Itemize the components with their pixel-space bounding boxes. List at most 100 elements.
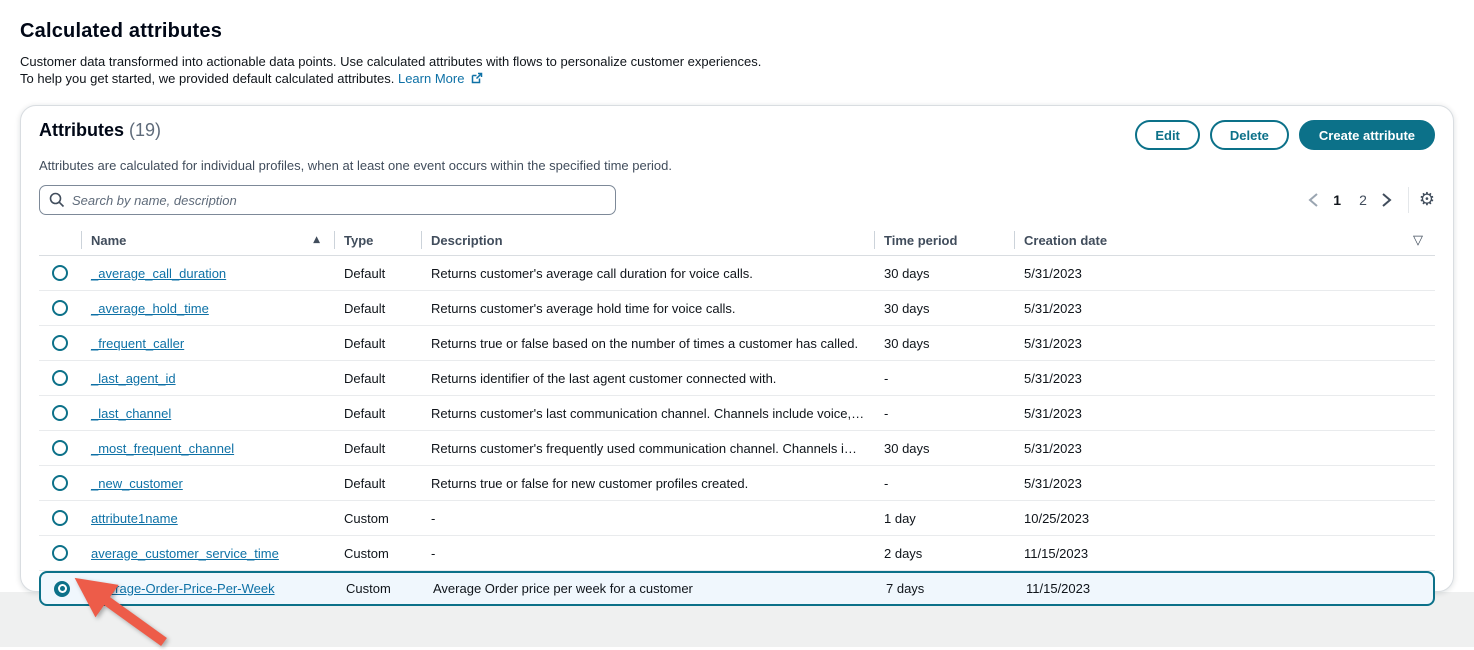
attribute-name-link[interactable]: _average_call_duration bbox=[91, 266, 226, 281]
table-row[interactable]: _most_frequent_channel Default Returns c… bbox=[39, 431, 1435, 466]
row-radio-button[interactable] bbox=[54, 581, 70, 597]
cell-description: Average Order price per week for a custo… bbox=[423, 581, 876, 596]
page-description-line2: To help you get started, we provided def… bbox=[20, 70, 1020, 88]
attribute-name-link[interactable]: average_customer_service_time bbox=[91, 546, 279, 561]
cell-type: Default bbox=[334, 371, 421, 386]
page-header: Calculated attributes Customer data tran… bbox=[20, 20, 1020, 88]
cell-time-period: 2 days bbox=[874, 546, 1014, 561]
column-header-name[interactable]: Name ▲ bbox=[81, 233, 334, 248]
cell-creation-date: 10/25/2023 bbox=[1014, 511, 1435, 526]
panel-title: Attributes (19) bbox=[39, 120, 161, 141]
previous-page-button[interactable] bbox=[1302, 189, 1324, 211]
attributes-panel: Attributes (19) Edit Delete Create attri… bbox=[20, 105, 1454, 592]
cell-time-period: - bbox=[874, 406, 1014, 421]
cell-time-period: 30 days bbox=[874, 301, 1014, 316]
cell-type: Default bbox=[334, 441, 421, 456]
table-header: Name ▲ Type Description Time period Crea… bbox=[39, 225, 1435, 256]
cell-description: - bbox=[421, 546, 874, 561]
search-icon bbox=[48, 191, 66, 214]
cell-creation-date: 5/31/2023 bbox=[1014, 406, 1435, 421]
search-input[interactable] bbox=[39, 185, 616, 215]
cell-creation-date: 5/31/2023 bbox=[1014, 301, 1435, 316]
cell-type: Custom bbox=[334, 511, 421, 526]
cell-time-period: - bbox=[874, 371, 1014, 386]
panel-actions: Edit Delete Create attribute bbox=[1135, 120, 1435, 150]
table-row[interactable]: average_customer_service_time Custom - 2… bbox=[39, 536, 1435, 571]
cell-creation-date: 5/31/2023 bbox=[1014, 266, 1435, 281]
cell-description: Returns true or false for new customer p… bbox=[421, 476, 874, 491]
learn-more-link[interactable]: Learn More bbox=[398, 71, 464, 86]
row-radio-button[interactable] bbox=[52, 405, 68, 421]
table-row[interactable]: attribute1name Custom - 1 day 10/25/2023 bbox=[39, 501, 1435, 536]
table-row[interactable]: _average_call_duration Default Returns c… bbox=[39, 256, 1435, 291]
table-row[interactable]: _new_customer Default Returns true or fa… bbox=[39, 466, 1435, 501]
cell-description: Returns customer's average call duration… bbox=[421, 266, 874, 281]
column-header-type[interactable]: Type bbox=[334, 233, 421, 248]
page-number-2[interactable]: 2 bbox=[1350, 192, 1376, 208]
row-radio-button[interactable] bbox=[52, 335, 68, 351]
row-radio-button[interactable] bbox=[52, 265, 68, 281]
attribute-name-link[interactable]: attribute1name bbox=[91, 511, 178, 526]
search-container bbox=[39, 185, 616, 215]
cell-creation-date: 5/31/2023 bbox=[1014, 441, 1435, 456]
cell-type: Default bbox=[334, 336, 421, 351]
cell-type: Default bbox=[334, 406, 421, 421]
row-radio-button[interactable] bbox=[52, 475, 68, 491]
edit-button[interactable]: Edit bbox=[1135, 120, 1200, 150]
page-description-line1: Customer data transformed into actionabl… bbox=[20, 53, 1020, 70]
page-number-1[interactable]: 1 bbox=[1324, 192, 1350, 208]
cell-creation-date: 11/15/2023 bbox=[1014, 546, 1435, 561]
cell-time-period: 30 days bbox=[874, 336, 1014, 351]
table-row[interactable]: _frequent_caller Default Returns true or… bbox=[39, 326, 1435, 361]
row-radio-button[interactable] bbox=[52, 440, 68, 456]
delete-button[interactable]: Delete bbox=[1210, 120, 1289, 150]
cell-description: Returns true or false based on the numbe… bbox=[421, 336, 874, 351]
column-header-description[interactable]: Description bbox=[421, 233, 874, 248]
cell-creation-date: 5/31/2023 bbox=[1014, 476, 1435, 491]
row-radio-button[interactable] bbox=[52, 370, 68, 386]
attributes-count: (19) bbox=[129, 120, 161, 140]
cell-creation-date: 11/15/2023 bbox=[1016, 581, 1433, 596]
table-row[interactable]: _last_channel Default Returns customer's… bbox=[39, 396, 1435, 431]
attribute-name-link[interactable]: _most_frequent_channel bbox=[91, 441, 234, 456]
cell-time-period: 1 day bbox=[874, 511, 1014, 526]
cell-creation-date: 5/31/2023 bbox=[1014, 371, 1435, 386]
sort-ascending-icon: ▲ bbox=[313, 235, 320, 245]
pagination: 1 2 ⚙ bbox=[1302, 187, 1435, 213]
cell-description: Returns customer's last communication ch… bbox=[421, 406, 874, 421]
attribute-name-link[interactable]: Average-Order-Price-Per-Week bbox=[93, 581, 275, 596]
attribute-name-link[interactable]: _average_hold_time bbox=[91, 301, 209, 316]
row-radio-button[interactable] bbox=[52, 300, 68, 316]
attribute-name-link[interactable]: _new_customer bbox=[91, 476, 183, 491]
pager-divider bbox=[1408, 187, 1409, 213]
panel-description: Attributes are calculated for individual… bbox=[39, 158, 1435, 173]
attributes-table: Name ▲ Type Description Time period Crea… bbox=[39, 225, 1435, 606]
attribute-name-link[interactable]: _last_channel bbox=[91, 406, 171, 421]
column-header-time-period[interactable]: Time period bbox=[874, 233, 1014, 248]
table-body: _average_call_duration Default Returns c… bbox=[39, 256, 1435, 606]
filter-icon[interactable]: ▽ bbox=[1413, 233, 1423, 248]
cell-type: Custom bbox=[334, 546, 421, 561]
cell-time-period: - bbox=[874, 476, 1014, 491]
table-row[interactable]: Average-Order-Price-Per-Week Custom Aver… bbox=[39, 571, 1435, 606]
create-attribute-button[interactable]: Create attribute bbox=[1299, 120, 1435, 150]
attribute-name-link[interactable]: _last_agent_id bbox=[91, 371, 176, 386]
cell-description: - bbox=[421, 511, 874, 526]
settings-gear-icon[interactable]: ⚙ bbox=[1419, 191, 1435, 209]
external-link-icon bbox=[471, 71, 483, 88]
cell-description: Returns customer's frequently used commu… bbox=[421, 441, 874, 456]
row-radio-button[interactable] bbox=[52, 545, 68, 561]
column-header-creation-date[interactable]: Creation date ▽ bbox=[1014, 233, 1435, 248]
cell-time-period: 7 days bbox=[876, 581, 1016, 596]
table-row[interactable]: _average_hold_time Default Returns custo… bbox=[39, 291, 1435, 326]
cell-description: Returns identifier of the last agent cus… bbox=[421, 371, 874, 386]
attribute-name-link[interactable]: _frequent_caller bbox=[91, 336, 184, 351]
table-row[interactable]: _last_agent_id Default Returns identifie… bbox=[39, 361, 1435, 396]
cell-type: Default bbox=[334, 266, 421, 281]
page-title: Calculated attributes bbox=[20, 20, 1020, 43]
cell-description: Returns customer's average hold time for… bbox=[421, 301, 874, 316]
row-radio-button[interactable] bbox=[52, 510, 68, 526]
next-page-button[interactable] bbox=[1376, 189, 1398, 211]
cell-type: Default bbox=[334, 301, 421, 316]
cell-type: Default bbox=[334, 476, 421, 491]
